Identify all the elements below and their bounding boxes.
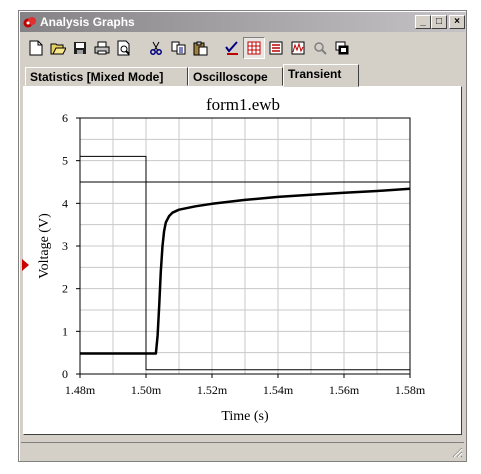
zoom-button[interactable] (309, 37, 331, 59)
paste-icon (193, 41, 207, 55)
grid-toggle-icon (247, 41, 261, 55)
paste-button[interactable] (189, 37, 211, 59)
x-axis-label: Time (s) (221, 409, 269, 424)
new-icon (29, 40, 43, 56)
x-tick-label: 1.56m (329, 383, 360, 397)
analysis-graphs-window: Analysis Graphs _ □ × Statistics [Mixed … (18, 10, 467, 462)
x-tick-label: 1.54m (263, 383, 294, 397)
window-title: Analysis Graphs (40, 15, 135, 29)
tab-oscilloscope[interactable]: Oscilloscope (188, 67, 283, 86)
y-axis-label: Voltage (V) (37, 213, 52, 279)
save-icon (74, 42, 86, 54)
x-tick-label: 1.48m (65, 383, 96, 397)
properties-icon (291, 41, 305, 55)
tab-label: Statistics [Mixed Mode] (30, 70, 164, 84)
minimize-icon: _ (420, 16, 426, 27)
legend-toggle-button[interactable] (265, 37, 287, 59)
cut-button[interactable] (145, 37, 167, 59)
transient-graph-panel: 1.48m 1.50m 1.52m 1.54m 1.56m 1.58m 0 1 2 3 4 5 6 for… (23, 86, 462, 435)
copy-icon (171, 41, 185, 55)
cursor-toggle-icon (225, 41, 238, 55)
restore-graph-button[interactable] (331, 37, 353, 59)
print-preview-icon (117, 40, 130, 56)
title-bar[interactable]: Analysis Graphs _ □ × (20, 12, 465, 32)
maximize-icon: □ (435, 16, 443, 27)
print-button[interactable] (91, 37, 113, 59)
chart-title: form1.ewb (206, 95, 280, 114)
y-tick-label: 6 (62, 111, 68, 125)
y-tick-label: 3 (62, 239, 68, 253)
cursor-marker-icon[interactable] (22, 259, 30, 271)
minimize-button[interactable]: _ (415, 15, 431, 29)
y-tick-label: 1 (62, 324, 68, 338)
tab-label: Transient (288, 67, 342, 81)
y-tick-label: 4 (62, 196, 68, 210)
open-button[interactable] (47, 37, 69, 59)
tab-strip: Statistics [Mixed Mode] Oscilloscope Tra… (23, 64, 462, 87)
x-tick-label: 1.52m (197, 383, 228, 397)
print-preview-button[interactable] (113, 37, 135, 59)
open-icon (50, 43, 66, 55)
properties-button[interactable] (287, 37, 309, 59)
x-tick-label: 1.58m (395, 383, 426, 397)
status-bar (21, 442, 464, 459)
cut-icon (150, 41, 162, 55)
resize-grip-icon[interactable] (451, 446, 463, 458)
zoom-icon (314, 42, 327, 55)
transient-chart: 1.48m 1.50m 1.52m 1.54m 1.56m 1.58m 0 1 2 3 4 5 6 for… (37, 95, 426, 424)
close-icon: × (454, 16, 460, 27)
y-tick-label: 5 (62, 154, 68, 168)
tab-transient[interactable]: Transient (283, 64, 359, 87)
maximize-button[interactable]: □ (431, 15, 447, 29)
print-icon (94, 41, 110, 55)
restore-graph-icon (335, 41, 349, 55)
save-button[interactable] (69, 37, 91, 59)
new-button[interactable] (25, 37, 47, 59)
tab-label: Oscilloscope (193, 70, 268, 84)
close-button[interactable]: × (449, 15, 465, 29)
legend-toggle-icon (269, 41, 283, 55)
x-tick-label: 1.50m (131, 383, 162, 397)
toolbar (21, 35, 464, 61)
app-icon (23, 17, 36, 28)
grid-toggle-button[interactable] (243, 37, 265, 59)
copy-button[interactable] (167, 37, 189, 59)
tab-statistics-mixed-mode[interactable]: Statistics [Mixed Mode] (25, 67, 188, 86)
y-tick-label: 2 (62, 282, 68, 296)
y-tick-label: 0 (62, 367, 68, 381)
cursor-toggle-button[interactable] (221, 37, 243, 59)
